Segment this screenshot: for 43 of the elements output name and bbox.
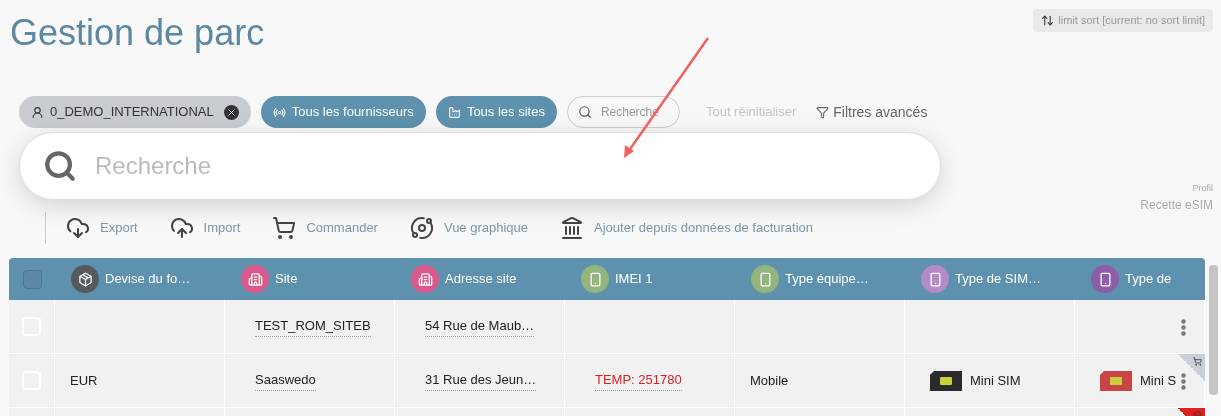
advanced-filters-button[interactable]: Filtres avancés: [816, 101, 928, 123]
sort-limit-button[interactable]: limit sort [current: no sort limit]: [1033, 9, 1213, 32]
more-icon[interactable]: [1181, 319, 1186, 336]
table-cell-text: Mini S: [1140, 371, 1177, 390]
column-header[interactable]: IMEI 1: [615, 269, 653, 289]
toolbar-button[interactable]: Export: [66, 216, 138, 240]
table-cell[interactable]: TEST_ROM_SITEB: [255, 316, 371, 337]
toolbar-icon: [272, 216, 297, 240]
table-cell[interactable]: Saaswedo: [255, 370, 316, 391]
page-title: Gestion de parc: [10, 11, 265, 55]
toolbar-icon: [409, 216, 434, 240]
filter-chip[interactable]: 0_DEMO_INTERNATIONAL: [19, 96, 251, 128]
table-cell-text: EUR: [70, 371, 98, 390]
table-cell[interactable]: 31 Rue des Jeun…: [425, 370, 537, 391]
filter-chip[interactable]: Tous les sites: [435, 96, 557, 128]
toolbar-button[interactable]: Commander: [272, 216, 378, 240]
profile-label: Profil: [1192, 182, 1213, 195]
toolbar-button[interactable]: Vue graphique: [409, 216, 529, 240]
column-header[interactable]: Type de SIM…: [955, 269, 1041, 289]
checkbox[interactable]: [22, 269, 42, 289]
column-header[interactable]: Type de: [1125, 269, 1172, 289]
filter-chip[interactable]: Tous les fournisseurs: [260, 96, 426, 128]
table-cell-text: Mini SIM: [970, 371, 1021, 390]
column-header[interactable]: Adresse site: [445, 269, 517, 289]
search-overlay-field[interactable]: Recherche: [19, 132, 941, 200]
toolbar-button[interactable]: Import: [169, 216, 241, 240]
column-header[interactable]: Type équipe…: [785, 269, 869, 289]
profile-value: Recette eSIM: [1140, 196, 1213, 214]
column-header[interactable]: Devise du fo…: [105, 269, 191, 289]
scrollbar[interactable]: [1209, 265, 1218, 395]
table-cell-text: Mobile: [750, 371, 789, 390]
column-header[interactable]: Site: [275, 269, 298, 289]
search-icon: [43, 149, 77, 183]
toolbar-button[interactable]: Ajouter depuis données de facturation: [560, 216, 814, 240]
table-cell[interactable]: TEMP: 251780: [595, 370, 682, 391]
table-cell[interactable]: 54 Rue de Maub…: [425, 316, 535, 337]
sort-icon: [1041, 14, 1055, 27]
toolbar-icon: [560, 216, 585, 240]
toolbar-icon: [169, 216, 194, 240]
search-icon: [577, 105, 592, 119]
toolbar-icon: [66, 216, 90, 240]
more-icon[interactable]: [1181, 373, 1186, 390]
remove-icon: [223, 104, 239, 120]
